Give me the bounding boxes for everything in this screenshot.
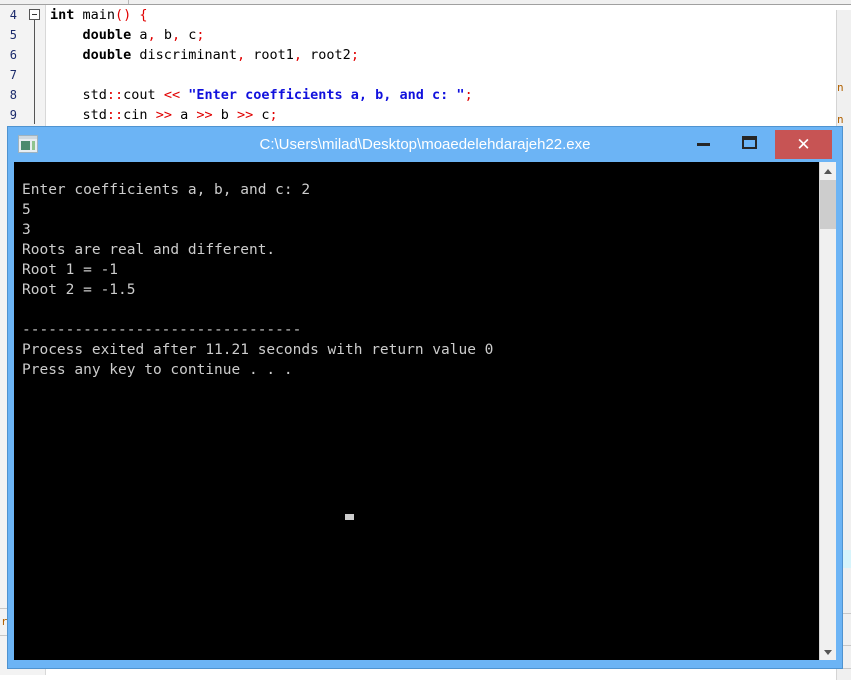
scrollbar-thumb[interactable] <box>820 180 836 229</box>
token-brace: { <box>131 7 148 23</box>
minimize-icon <box>697 142 710 146</box>
token-comma: , <box>147 27 156 43</box>
token-semicolon: ; <box>350 47 359 63</box>
maximize-button[interactable] <box>726 127 772 158</box>
background-right-separator <box>837 668 851 669</box>
line-number: 4 <box>9 8 17 22</box>
token-stream-operator: >> <box>196 107 213 123</box>
chevron-down-icon <box>824 649 832 655</box>
token-identifier: a <box>171 107 197 123</box>
token-identifier: cin <box>123 107 156 123</box>
token-semicolon: ; <box>269 107 278 123</box>
chevron-up-icon <box>824 168 832 174</box>
code-line-4: int main() { <box>50 5 148 25</box>
code-fold-guide-line <box>34 20 35 124</box>
token-namespace: std <box>82 87 107 103</box>
code-line-6: double discriminant, root1, root2; <box>50 45 359 65</box>
scroll-down-button[interactable] <box>820 643 836 660</box>
line-number: 6 <box>9 48 17 62</box>
token-comma: , <box>236 47 246 63</box>
token-identifier: b <box>155 27 172 43</box>
token-scope-operator: :: <box>106 107 124 123</box>
code-line-5: double a, b, c; <box>50 25 205 45</box>
tab-divider <box>128 0 129 4</box>
line-number: 7 <box>9 68 17 82</box>
close-button[interactable]: ✕ <box>775 130 832 159</box>
console-cursor <box>345 514 354 520</box>
background-right-text-fragment: n <box>837 113 844 126</box>
code-line-9: std::cin >> a >> b >> c; <box>50 105 278 125</box>
token-stream-operator: << <box>163 87 181 103</box>
token-namespace: std <box>82 107 107 123</box>
token-stream-operator: >> <box>155 107 172 123</box>
code-line-8: std::cout << "Enter coefficients a, b, a… <box>50 85 473 105</box>
token-identifier: discriminant <box>131 47 237 63</box>
token-identifier: a <box>131 27 148 43</box>
token-semicolon: ; <box>464 87 473 103</box>
token-keyword: double <box>82 47 132 63</box>
token-identifier: c <box>253 107 270 123</box>
icon-side-bar <box>32 141 35 150</box>
icon-body <box>21 141 30 150</box>
line-number: 5 <box>9 28 17 42</box>
token-identifier: root2 <box>302 47 351 63</box>
background-right-text-fragment: n <box>837 81 844 94</box>
console-app-icon <box>18 135 38 153</box>
code-fold-toggle-icon[interactable] <box>29 9 40 20</box>
token-stream-operator: >> <box>237 107 254 123</box>
maximize-icon <box>742 135 757 149</box>
token-identifier: c <box>180 27 197 43</box>
console-vertical-scrollbar[interactable] <box>819 162 836 660</box>
minimize-button[interactable] <box>680 127 726 158</box>
line-number: 9 <box>9 108 17 122</box>
console-output-area[interactable]: Enter coefficients a, b, and c: 2 5 3 Ro… <box>14 162 836 660</box>
token-string-literal: "Enter coefficients a, b, and c: " <box>188 87 465 103</box>
token-keyword: int <box>50 7 75 23</box>
console-title-bar[interactable]: C:\Users\milad\Desktop\moaedelehdarajeh2… <box>8 127 842 162</box>
console-window[interactable]: C:\Users\milad\Desktop\moaedelehdarajeh2… <box>8 127 842 668</box>
token-keyword: double <box>82 27 132 43</box>
token-comma: , <box>171 27 181 43</box>
scroll-up-button[interactable] <box>820 162 836 179</box>
token-identifier: main <box>74 7 116 23</box>
token-identifier: root1 <box>245 47 294 63</box>
icon-title-strip <box>19 136 37 139</box>
token-identifier: cout <box>123 87 164 103</box>
console-output-text: Enter coefficients a, b, and c: 2 5 3 Ro… <box>22 181 494 378</box>
token-comma: , <box>293 47 303 63</box>
token-semicolon: ; <box>196 27 205 43</box>
token-scope-operator: :: <box>106 87 124 103</box>
token-parens: () <box>115 7 132 23</box>
token-identifier: b <box>212 107 237 123</box>
line-number: 8 <box>9 88 17 102</box>
close-icon: ✕ <box>796 135 811 154</box>
